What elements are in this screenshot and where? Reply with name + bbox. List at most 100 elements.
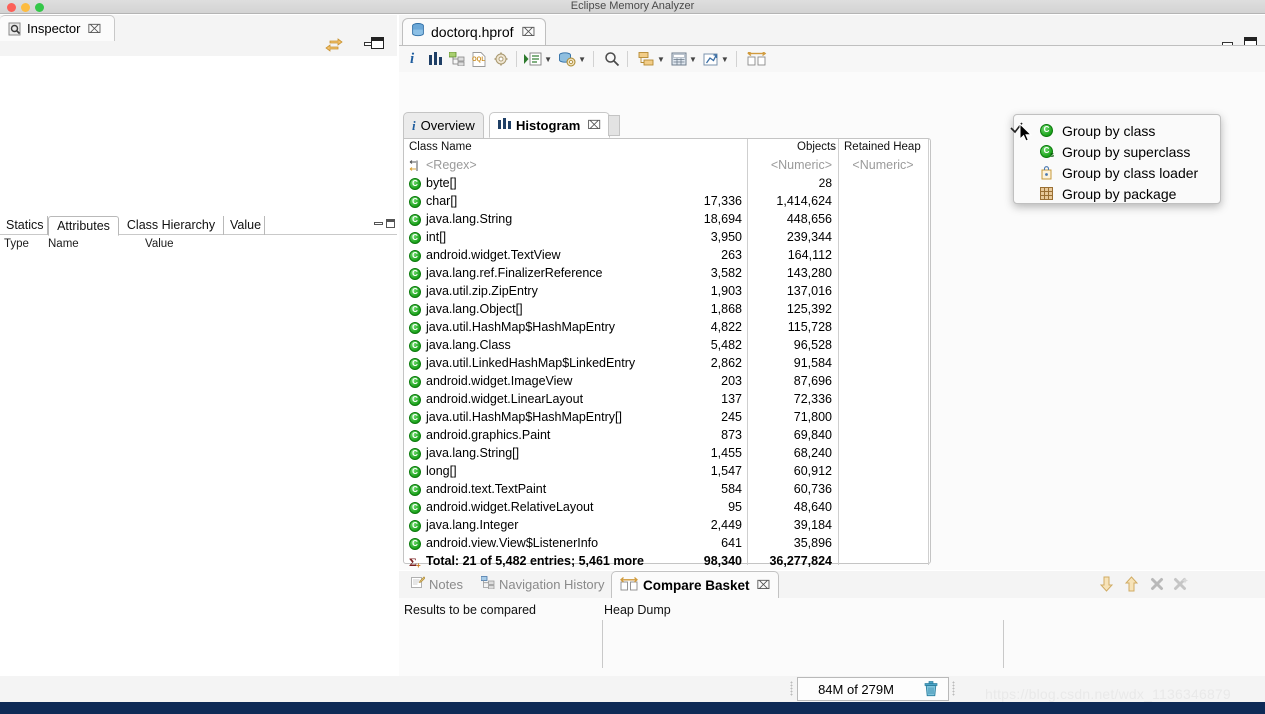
heap-status-widget[interactable]: 84M of 279M [797,677,949,701]
leak-suspects-icon[interactable]: ▼ [555,46,589,72]
classloader-icon [1040,165,1054,180]
inspector-col-name[interactable]: Name [48,238,79,250]
inspector-detail-minimize-button[interactable] [374,219,383,227]
inspector-tab[interactable]: Inspector ⌧ [0,15,115,41]
col-results-to-be-compared[interactable]: Results to be compared [404,603,536,617]
table-row[interactable]: Cjava.lang.Object[] 1,868 125,392 [404,301,930,319]
group-by-caret-icon[interactable]: ▼ [657,55,665,64]
inspector-maximize-button[interactable] [371,37,384,49]
table-row[interactable]: Candroid.graphics.Paint 873 69,840 [404,427,930,445]
cell-class-name: java.lang.ref.FinalizerReference [426,266,603,280]
inspector-body [0,56,397,215]
editor-tab-close-icon[interactable]: ⌧ [522,25,536,39]
subtab-attributes[interactable]: Attributes [48,216,119,236]
table-row[interactable]: Cbyte[] [404,175,930,193]
tab-scroll-handle[interactable] [608,115,620,136]
menu-item-group-by-superclass[interactable]: Cs Group by superclass [1014,141,1220,162]
table-row[interactable]: Cjava.lang.Class 5,482 96,528 [404,337,930,355]
export-caret-icon[interactable]: ▼ [721,55,729,64]
editor-tab-label: doctorq.hprof [431,24,514,40]
table-row[interactable]: Cjava.util.zip.ZipEntry 1,903 137,016 [404,283,930,301]
col-class-name[interactable]: Class Name [409,141,472,153]
move-down-icon[interactable] [1099,576,1114,595]
inspector-tab-close-icon[interactable]: ⌧ [87,22,101,36]
table-row[interactable]: Cchar[] 17,336 1,414,624 [404,193,930,211]
editor-window: doctorq.hprof ⌧ i OQL ▼ ▼ ▼ ▼ ▼ i Overvi… [399,15,1265,570]
oql-icon[interactable]: OQL [468,46,490,72]
inspector-col-type[interactable]: Type [4,238,29,250]
subtab-class-hierarchy[interactable]: Class Hierarchy [119,216,224,235]
cell-shallow-heap: 239,344 [786,230,832,244]
class-icon: C [409,430,421,442]
group-by-menu[interactable]: C Group by class Cs Group by superclass [1013,114,1221,204]
cell-shallow-heap: 35,896 [793,536,832,550]
tab-notes[interactable]: Notes [403,571,471,597]
table-row[interactable]: Cjava.lang.String 18,694 448,656 [404,211,930,229]
thread-overview-icon[interactable] [490,46,512,72]
tab-histogram-close-icon[interactable]: ⌧ [587,118,601,132]
link-with-editor-icon[interactable] [325,37,343,56]
table-row[interactable]: Cint[] 3,950 239,344 [404,229,930,247]
class-icon: C [409,394,421,406]
table-row[interactable]: Candroid.text.TextPaint 584 60,736 [404,481,930,499]
table-row[interactable]: Candroid.widget.LinearLayout 137 72,336 [404,391,930,409]
subtab-value[interactable]: Value [224,216,265,235]
remove-icon[interactable] [1150,577,1164,594]
cell-class-name: android.widget.ImageView [426,374,573,388]
tab-compare-basket-close-icon[interactable]: ⌧ [757,578,771,592]
table-row[interactable]: Cjava.lang.Integer 2,449 39,184 [404,517,930,535]
col-heap-dump[interactable]: Heap Dump [604,603,671,617]
filter-row[interactable]: <Regex> <Numeric> <Numeric> [404,157,930,175]
heap-dump-editor-tab[interactable]: doctorq.hprof ⌧ [402,18,547,45]
menu-item-group-by-class-loader[interactable]: Group by class loader [1014,162,1220,183]
cell-shallow-heap: 143,280 [786,266,832,280]
table-row[interactable]: Candroid.view.View$ListenerInfo 641 35,896 [404,535,930,553]
export-icon[interactable]: ▼ [700,46,732,72]
class-icon: C [409,232,421,244]
tab-compare-basket[interactable]: Compare Basket ⌧ [611,571,780,598]
cell-objects: 18,694 [703,212,742,226]
tab-histogram[interactable]: Histogram ⌧ [489,112,611,138]
table-row[interactable]: Cjava.util.HashMap$HashMapEntry[] 245 71,8… [404,409,930,427]
find-icon[interactable] [601,46,623,72]
table-row[interactable]: Cjava.lang.String[] 1,455 68,240 [404,445,930,463]
filter-class-name[interactable]: <Regex> [426,158,477,172]
overview-info-icon[interactable]: i [407,46,417,72]
histogram-icon[interactable] [425,46,446,72]
trash-icon[interactable] [914,681,948,697]
calculate-retained-size-icon[interactable]: ▼ [668,46,700,72]
table-row[interactable]: Candroid.widget.ImageView 203 87,696 [404,373,930,391]
calculate-retained-size-caret-icon[interactable]: ▼ [689,55,697,64]
dock-bar [0,702,1265,714]
table-row[interactable]: Cjava.util.LinkedHashMap$LinkedEntry 2,86… [404,355,930,373]
notes-icon [411,576,426,592]
inspector-detail-maximize-button[interactable] [386,219,395,228]
menu-item-group-by-package[interactable]: Group by package [1014,183,1220,204]
remove-all-icon[interactable] [1173,577,1189,594]
compare-basket-view: Notes Navigation History Compare Basket … [399,571,1265,676]
table-row[interactable]: Candroid.widget.RelativeLayout 95 48,640 [404,499,930,517]
table-row[interactable]: Clong[] 1,547 60,912 [404,463,930,481]
dominator-tree-icon[interactable] [446,46,468,72]
filter-objects[interactable]: <Numeric> [752,158,832,172]
tab-overview[interactable]: i Overview [403,112,484,138]
col-retained-heap[interactable]: Retained Heap [844,141,921,153]
run-query-caret-icon[interactable]: ▼ [544,55,552,64]
toolbar-separator-3 [627,51,629,67]
cell-objects: 1,455 [710,446,742,460]
move-up-icon[interactable] [1124,576,1139,595]
cell-class-name: android.widget.RelativeLayout [426,500,594,514]
filter-retained[interactable]: <Numeric> [842,158,924,172]
run-query-icon[interactable]: ▼ [521,46,555,72]
leak-suspects-caret-icon[interactable]: ▼ [578,55,586,64]
subtab-statics[interactable]: Statics [0,216,48,235]
compare-icon[interactable] [744,46,770,72]
cell-shallow-heap: 87,696 [793,374,832,388]
tab-navigation-history[interactable]: Navigation History [473,571,613,597]
group-by-button[interactable]: ▼ [635,46,668,72]
table-row[interactable]: Cjava.lang.ref.FinalizerReference 3,582 14… [404,265,930,283]
menu-item-group-by-class[interactable]: C Group by class [1014,120,1220,141]
table-row[interactable]: Cjava.util.HashMap$HashMapEntry 4,822 115,… [404,319,930,337]
table-row[interactable]: Candroid.widget.TextView 263 164,112 [404,247,930,265]
inspector-col-value[interactable]: Value [145,238,174,250]
